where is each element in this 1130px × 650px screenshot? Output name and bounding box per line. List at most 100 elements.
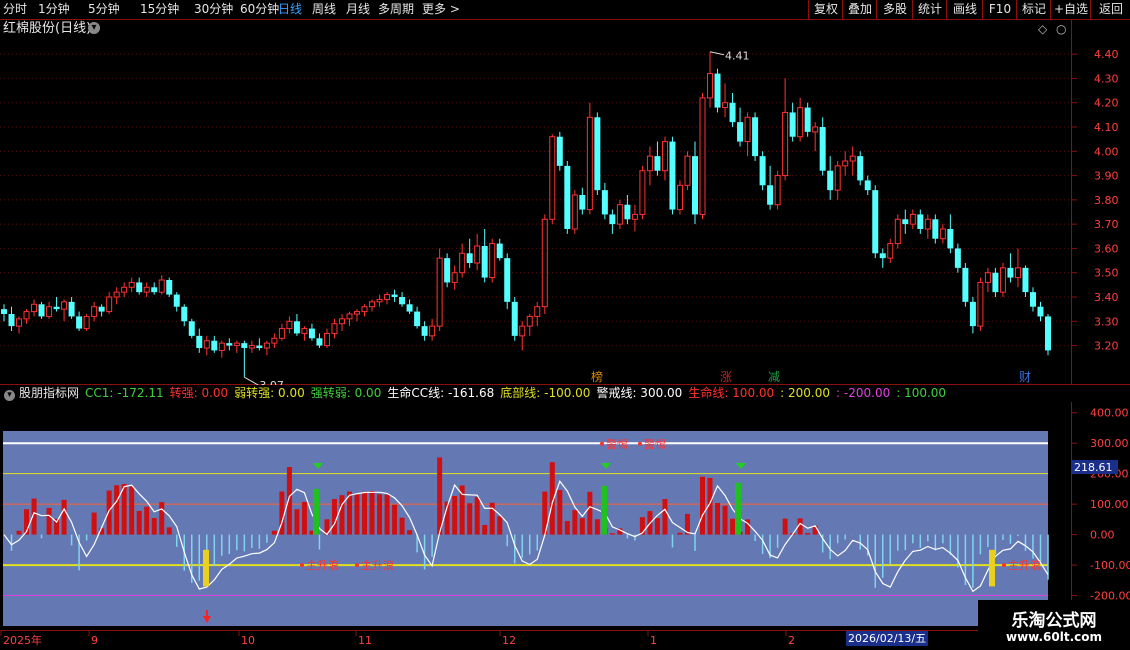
warning-label: 警惕	[644, 437, 666, 451]
histogram-bar	[121, 484, 127, 535]
candle-body	[564, 165, 571, 229]
candle-body	[707, 73, 714, 99]
candle-body	[519, 325, 526, 337]
candle-body	[316, 338, 323, 346]
candle-body	[992, 272, 999, 293]
toolbar-button-2[interactable]: 多股	[876, 0, 913, 19]
indicator-header: ▾ 股朋指标网 CC1: -172.11 转强: 0.00 弱转强: 0.00 强转弱: …	[0, 385, 952, 402]
candle-body	[631, 213, 638, 220]
indicator-value: 生命线: 100.00	[688, 386, 775, 400]
histogram-bar	[159, 502, 165, 535]
toolbar-button-8[interactable]: 返回	[1090, 0, 1130, 19]
candle-body	[143, 286, 150, 293]
date-axis-label: 11	[358, 634, 372, 647]
candlestick-chart: 4.40 4.30 4.20 4.10 4.00 3.90 3.80 3.70 3.60 3.50…	[0, 20, 1130, 385]
histogram-bar	[497, 516, 503, 535]
histogram-bar	[594, 519, 600, 535]
rise-dot	[1002, 563, 1006, 568]
candle-body	[8, 314, 15, 327]
period-tab-8[interactable]: 月线	[346, 1, 370, 18]
candle-body	[601, 190, 608, 215]
histogram-bar	[294, 509, 300, 535]
candle-body	[113, 291, 120, 298]
event-marker-label: 减	[768, 370, 780, 384]
histogram-bar	[489, 502, 495, 535]
period-tab-6[interactable]: 日线	[278, 1, 302, 18]
candle-body	[526, 315, 533, 327]
candle-body	[714, 73, 721, 108]
current-date-tag: 2026/02/13/五	[846, 631, 929, 646]
toolbar-button-6[interactable]: 标记	[1016, 0, 1051, 19]
histogram-bar	[91, 512, 97, 535]
histogram-bar	[805, 533, 811, 535]
indicator-value: 强转弱: 0.00	[310, 386, 382, 400]
candle-body	[53, 306, 60, 310]
period-tab-3[interactable]: 15分钟	[140, 1, 179, 18]
candle-body	[1029, 292, 1036, 307]
candle-body	[534, 306, 541, 317]
price-axis-label: 3.40	[1094, 291, 1119, 304]
price-axis-label: 4.40	[1094, 48, 1119, 61]
toolbar-button-5[interactable]: F10	[982, 0, 1017, 19]
histogram-bar	[782, 518, 788, 535]
price-axis-label: 3.70	[1094, 218, 1119, 231]
candle-body	[233, 342, 240, 347]
candle-body	[196, 335, 203, 348]
toolbar-button-7[interactable]: +自选	[1050, 0, 1091, 19]
candle-body	[263, 342, 270, 349]
candle-body	[31, 303, 38, 313]
period-tab-9[interactable]: 多周期	[378, 1, 414, 18]
toolbar-button-4[interactable]: 画线	[946, 0, 983, 19]
histogram-bar	[166, 527, 172, 535]
candle-body	[451, 272, 458, 283]
candle-body	[248, 345, 255, 349]
candle-body	[136, 282, 143, 293]
histogram-bar	[362, 491, 368, 535]
current-value-label: 218.61	[1074, 461, 1113, 474]
period-tab-0[interactable]: 分时	[3, 1, 27, 18]
candle-body	[752, 117, 759, 157]
candle-body	[857, 156, 864, 181]
candle-body	[376, 298, 383, 303]
toolbar-button-3[interactable]: 统计	[912, 0, 947, 19]
indicator-axis-label: 0.00	[1090, 529, 1115, 542]
indicator-menu-icon[interactable]: ▾	[4, 390, 15, 401]
candle-body	[774, 175, 781, 206]
date-axis-label: 1	[650, 634, 657, 647]
toolbar-button-0[interactable]: 复权	[808, 0, 843, 19]
candle-body	[872, 190, 879, 254]
period-tab-10[interactable]: 更多 >	[422, 1, 460, 18]
candle-body	[646, 155, 653, 172]
event-marker-label: 榜	[591, 369, 603, 384]
indicator-value: : 100.00	[896, 386, 947, 400]
date-axis-label: 2025年	[3, 633, 42, 647]
histogram-bar	[609, 533, 615, 535]
candle-body	[158, 279, 165, 293]
candle-body	[354, 311, 361, 315]
period-tab-1[interactable]: 1分钟	[38, 1, 70, 18]
histogram-bar	[16, 530, 22, 535]
toolbar-button-1[interactable]: 叠加	[842, 0, 877, 19]
histogram-bar	[151, 517, 157, 535]
period-tab-4[interactable]: 30分钟	[194, 1, 233, 18]
candle-body	[954, 248, 961, 268]
period-tab-7[interactable]: 周线	[312, 1, 336, 18]
candle-body	[128, 281, 135, 288]
watermark-logo: 乐淘公式网 www.60lt.com	[978, 600, 1130, 650]
candle-body	[804, 107, 811, 132]
candle-body	[827, 170, 834, 191]
candle-body	[323, 332, 330, 347]
histogram-bar	[144, 506, 150, 535]
candle-body	[226, 343, 233, 346]
indicator-name: 股朋指标网	[19, 386, 80, 400]
indicator-value: 弱转强: 0.00	[234, 386, 305, 400]
candle-body	[301, 328, 308, 334]
period-tab-2[interactable]: 5分钟	[88, 1, 120, 18]
candle-body	[849, 155, 856, 162]
period-tab-5[interactable]: 60分钟	[240, 1, 279, 18]
candle-body	[1014, 267, 1021, 279]
candle-body	[729, 102, 736, 123]
high-price-label: 4.41	[725, 50, 750, 63]
histogram-bar	[452, 496, 458, 535]
candle-body	[83, 315, 90, 330]
